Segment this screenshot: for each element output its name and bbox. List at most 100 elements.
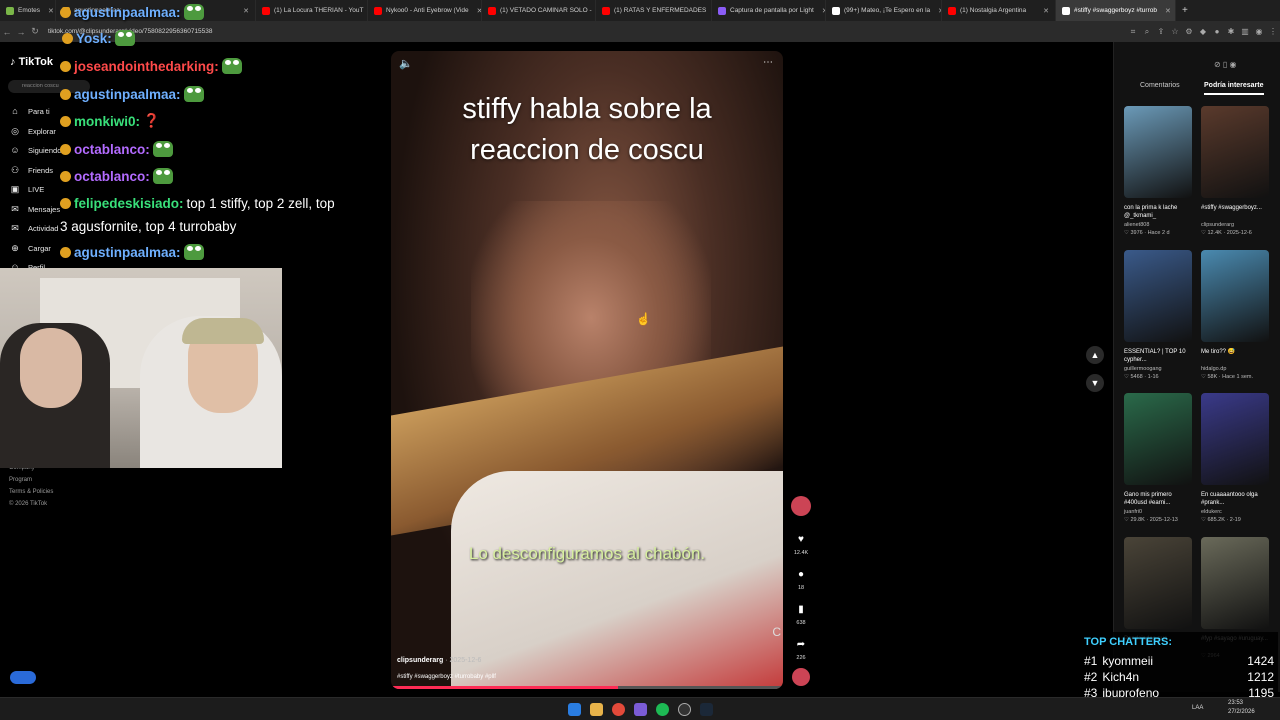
video-author[interactable]: clipsunderarg bbox=[397, 657, 443, 664]
forward-icon[interactable]: → bbox=[14, 27, 28, 37]
related-video-card[interactable]: #stiffy #swaggerboyz... clipsunderarg ♡ 12… bbox=[1201, 106, 1269, 236]
spotify-icon[interactable] bbox=[656, 703, 669, 716]
close-tab-icon[interactable]: ✕ bbox=[818, 7, 825, 15]
related-video-card[interactable]: ESSENTIAL? | TOP 10 cypher... guillermoog… bbox=[1124, 249, 1192, 380]
sidebar-item[interactable]: ◎ Explorar bbox=[10, 126, 56, 137]
profile-icon[interactable]: ◉ bbox=[1252, 27, 1266, 37]
puzzle-icon[interactable]: ✱ bbox=[1224, 27, 1238, 37]
obs-icon[interactable] bbox=[634, 703, 647, 716]
sidebar-item[interactable]: ✉ Actividad bbox=[10, 223, 58, 234]
video-progress-bar[interactable] bbox=[391, 686, 783, 689]
chevron-up-icon[interactable]: ▲ bbox=[1086, 346, 1104, 364]
pepe-emote-icon bbox=[152, 141, 173, 157]
sidebar-item[interactable]: ☺ Siguiendo bbox=[10, 145, 61, 155]
chrome-icon[interactable] bbox=[612, 703, 625, 716]
related-video-card[interactable]: Me tiro?? 😅 hidalgo.dp ♡ 58K · Hace 1 sem. bbox=[1201, 249, 1269, 380]
card-author[interactable]: clipsunderarg bbox=[1201, 222, 1269, 228]
webcam-face-left bbox=[20, 328, 82, 408]
video-hashtags[interactable]: #stiffy #swaggerboyz #turrobaby #pllf bbox=[397, 674, 496, 680]
browser-tab[interactable]: (1) RATAS Y ENFERMEDADES✕ bbox=[596, 0, 712, 21]
browser-tab[interactable]: Captura de pantalla por Light ✕ bbox=[712, 0, 826, 21]
video-thumbnail[interactable] bbox=[1124, 393, 1192, 485]
sidebar-item[interactable]: ⌂ Para ti bbox=[10, 106, 50, 116]
sidebar-item-label: Para ti bbox=[28, 106, 50, 116]
close-tab-icon[interactable]: ✕ bbox=[1039, 7, 1049, 15]
clock-date: 27/2/2026 bbox=[1228, 709, 1255, 715]
tiktok-logo[interactable]: ♪ TikTok bbox=[10, 56, 53, 68]
related-video-card[interactable]: con la prima k lache @_tkmami_ alienet808… bbox=[1124, 106, 1192, 236]
browser-tab[interactable]: (1) Nostalgia Argentina ✕ bbox=[942, 0, 1056, 21]
extension-icon[interactable]: ● bbox=[1210, 27, 1224, 37]
video-date: · 2025-12-6 bbox=[445, 657, 482, 664]
tab-comments[interactable]: Comentarios bbox=[1140, 82, 1180, 89]
browser-tab[interactable]: #stiffy #swaggerboyz #turrob ✕ bbox=[1056, 0, 1176, 21]
sidebar-item[interactable]: ✉ Mensajes bbox=[10, 204, 60, 215]
video-thumbnail[interactable] bbox=[1201, 536, 1269, 629]
video-thumbnail[interactable] bbox=[1124, 249, 1192, 342]
share-button[interactable]: ➦ 226 bbox=[790, 635, 812, 662]
sidebar-item[interactable]: ⊕ Cargar bbox=[10, 243, 51, 254]
extension-icon[interactable]: ◆ bbox=[1196, 27, 1210, 37]
tiktok-video-player[interactable]: 🔈 ⋯ stiffy habla sobre la reaccion de co… bbox=[391, 51, 783, 689]
more-options-icon[interactable]: ⋯ bbox=[763, 57, 773, 68]
file-explorer-icon[interactable] bbox=[590, 703, 603, 716]
tab-related[interactable]: Podría interesarte bbox=[1204, 82, 1264, 95]
tab-favicon-icon bbox=[6, 6, 14, 15]
browser-tab[interactable]: (99+) Mateo, ¡Te Espero en la✕ bbox=[826, 0, 942, 21]
close-tab-icon[interactable]: ✕ bbox=[934, 7, 941, 15]
browser-tab[interactable]: (1) La Locura THERIAN - YouT✕ bbox=[256, 0, 368, 21]
windows-start-icon[interactable] bbox=[568, 703, 581, 716]
card-author[interactable]: eldukerc bbox=[1201, 509, 1269, 515]
like-button[interactable]: ♥ 12.4K bbox=[790, 530, 812, 557]
footer-link[interactable]: Program bbox=[9, 477, 32, 483]
language-indicator[interactable]: LAA bbox=[1192, 705, 1203, 711]
sidebar-item[interactable]: ⚇ Friends bbox=[10, 165, 53, 176]
chatter-count: 1212 bbox=[1247, 670, 1274, 684]
close-tab-icon[interactable]: ✕ bbox=[239, 7, 249, 15]
related-video-card[interactable]: En cuaaaantooo olga #prank... eldukerc ♡ 6… bbox=[1201, 393, 1269, 523]
new-tab-button[interactable]: + bbox=[1176, 5, 1194, 16]
browser-tab[interactable]: (1) VETADO CAMINAR SOLO -✕ bbox=[482, 0, 596, 21]
tab-favicon-icon bbox=[948, 6, 956, 15]
steam-icon[interactable] bbox=[700, 703, 713, 716]
bookmark-icon[interactable]: ☆ bbox=[1168, 27, 1182, 37]
video-thumbnail[interactable] bbox=[1124, 536, 1192, 629]
panel-options-icon[interactable]: ⊘ ▯ ◉ bbox=[1214, 60, 1237, 69]
volume-icon[interactable]: 🔈 bbox=[399, 57, 413, 70]
card-author[interactable]: guillermoogang bbox=[1124, 366, 1192, 372]
sidebar-icon[interactable]: ▥ bbox=[1238, 27, 1252, 37]
toggle-switch[interactable] bbox=[10, 671, 36, 684]
app-icon[interactable] bbox=[678, 703, 691, 716]
video-thumbnail[interactable] bbox=[1124, 106, 1192, 198]
extension-icon[interactable]: ⚙ bbox=[1182, 27, 1196, 37]
browser-tab[interactable]: Emotes ✕ bbox=[0, 0, 56, 21]
save-button[interactable]: ▮ 638 bbox=[790, 600, 812, 627]
card-author[interactable]: alienet808 bbox=[1124, 222, 1192, 228]
chevron-down-icon[interactable]: ▼ bbox=[1086, 374, 1104, 392]
comment-button[interactable]: ● 18 bbox=[790, 565, 812, 592]
comment-icon: ● bbox=[797, 568, 805, 580]
footer-link[interactable]: Terms & Policies bbox=[9, 489, 53, 495]
card-meta: ♡ 12.4K · 2025-12-6 bbox=[1201, 230, 1252, 236]
close-tab-icon[interactable]: ✕ bbox=[473, 7, 481, 15]
zoom-icon[interactable]: ⌕ bbox=[1140, 27, 1154, 37]
pepe-emote-icon bbox=[183, 244, 204, 260]
tab-favicon-icon bbox=[602, 6, 610, 15]
translate-icon[interactable]: ⌗ bbox=[1126, 27, 1140, 37]
creator-avatar[interactable] bbox=[790, 496, 812, 518]
card-author[interactable]: hidalgo.dp bbox=[1201, 366, 1269, 372]
video-thumbnail[interactable] bbox=[1201, 106, 1269, 198]
video-thumbnail[interactable] bbox=[1201, 393, 1269, 485]
browser-tab[interactable]: Nykoo0 - Anti Eyebrow (Vide ✕ bbox=[368, 0, 482, 21]
sidebar-item[interactable]: ▣ LIVE bbox=[10, 184, 45, 195]
close-tab-icon[interactable]: ✕ bbox=[44, 7, 54, 15]
video-thumbnail[interactable] bbox=[1201, 249, 1269, 342]
close-tab-icon[interactable]: ✕ bbox=[1161, 7, 1171, 15]
back-icon[interactable]: ← bbox=[0, 27, 14, 37]
menu-icon[interactable]: ⋮ bbox=[1266, 27, 1280, 37]
share-icon[interactable]: ⇪ bbox=[1154, 27, 1168, 37]
card-author[interactable]: juanfri0 bbox=[1124, 509, 1192, 515]
reload-icon[interactable]: ↻ bbox=[28, 26, 42, 37]
related-video-card[interactable]: Gano mis primero #400usd #earni... juanfr… bbox=[1124, 393, 1192, 523]
music-disc[interactable] bbox=[790, 668, 812, 688]
